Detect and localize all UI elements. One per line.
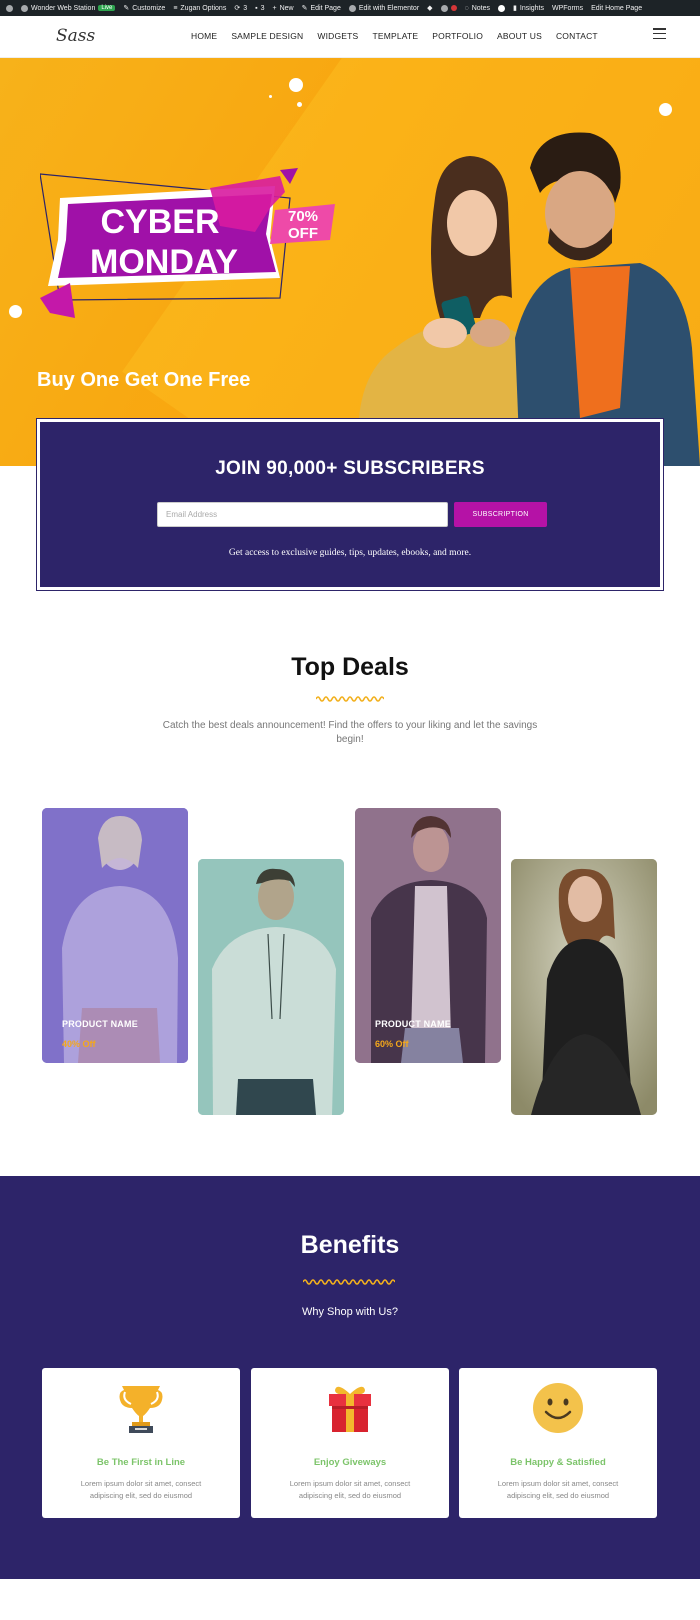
updates-icon: ⟳ (234, 5, 241, 12)
plus-icon: + (272, 4, 277, 12)
pencil-icon: ✎ (301, 5, 308, 12)
email-input[interactable] (157, 502, 448, 527)
benefit-card: Be Happy & Satisfied Lorem ipsum dolor s… (459, 1368, 657, 1518)
decor-dot (9, 305, 22, 318)
nav-home[interactable]: HOME (191, 31, 217, 41)
admin-new[interactable]: + New (273, 5, 294, 12)
benefit-label: Be The First in Line (96, 1457, 186, 1468)
decor-dot (297, 102, 302, 107)
diamond-icon[interactable]: ◆ (427, 4, 432, 12)
seo-icon[interactable] (440, 4, 457, 12)
nav-about-us[interactable]: ABOUT US (497, 31, 542, 41)
bar-chart-icon: ▮ (513, 5, 517, 12)
nav-sample-design[interactable]: SAMPLE DESIGN (231, 31, 303, 41)
benefit-card: Enjoy Giveways Lorem ipsum dolor sit ame… (251, 1368, 449, 1518)
admin-edit-page[interactable]: ✎ Edit Page (301, 4, 341, 13)
product-name: PRODUCT NAME (62, 1019, 138, 1029)
product-image (198, 859, 344, 1115)
home-icon (21, 4, 28, 12)
admin-wpforms[interactable]: WPForms (552, 5, 583, 12)
decor-dot (269, 95, 272, 98)
product-image (511, 859, 657, 1115)
product-discount: 40% Off (62, 1039, 96, 1049)
admin-customize[interactable]: ✎ Customize (123, 4, 165, 13)
main-nav: HOME SAMPLE DESIGN WIDGETS TEMPLATE PORT… (191, 31, 598, 41)
discount-off: OFF (288, 225, 318, 242)
comment-icon: ▪ (255, 4, 258, 12)
product-discount: 60% Off (375, 1039, 409, 1049)
trophy-icon (119, 1386, 163, 1433)
menu-icon: ≡ (173, 4, 178, 12)
brush-icon: ✎ (123, 5, 130, 12)
subscribe-title: JOIN 90,000+ SUBSCRIBERS (215, 458, 485, 479)
product-card[interactable] (198, 859, 344, 1115)
nav-portfolio[interactable]: PORTFOLIO (432, 31, 483, 41)
benefit-label: Be Happy & Satisfied (510, 1457, 606, 1468)
subscribe-note: Get access to exclusive guides, tips, up… (228, 548, 472, 558)
admin-updates[interactable]: ⟳ 3 (234, 4, 247, 13)
benefits-squiggle-divider (303, 1279, 395, 1285)
admin-site-name[interactable]: Wonder Web Station Live (21, 4, 116, 12)
admin-bot-icon[interactable] (498, 4, 506, 12)
benefit-label: Enjoy Giveways (313, 1457, 387, 1468)
product-name: PRODUCT NAME (375, 1019, 451, 1029)
smiley-icon (533, 1383, 583, 1433)
cyber-monday-badge: CYBER MONDAY 70% OFF (40, 168, 335, 318)
top-deals-description: Catch the best deals announcement! Find … (162, 720, 538, 745)
benefits-title: Benefits (300, 1231, 400, 1259)
discount-percent: 70% (288, 208, 318, 225)
status-dot (450, 5, 457, 11)
live-badge: Live (98, 5, 116, 11)
hero-line1: CYBER (100, 203, 219, 241)
benefit-card: Be The First in Line Lorem ipsum dolor s… (42, 1368, 240, 1518)
gift-icon (329, 1386, 371, 1432)
admin-notes[interactable]: ◌ Notes (465, 5, 490, 12)
admin-edit-home[interactable]: Edit Home Page (591, 5, 642, 12)
product-card[interactable]: PRODUCT NAME 60% Off (355, 808, 501, 1063)
site-logo[interactable]: Sass (56, 26, 95, 46)
wordpress-icon[interactable] (6, 4, 13, 12)
decor-dot (659, 103, 672, 116)
admin-zugan-options[interactable]: ≡ Zugan Options (173, 5, 226, 12)
hero-couple-photo (358, 132, 700, 466)
admin-bar: Wonder Web Station Live ✎ Customize ≡ Zuga… (0, 0, 700, 16)
top-deals-title: Top Deals (291, 653, 409, 681)
elementor-icon (348, 4, 356, 12)
subscribe-box: JOIN 90,000+ SUBSCRIBERS SUBSCRIPTION Ge… (36, 418, 664, 591)
speech-bubble-icon: ◌ (464, 4, 469, 12)
admin-edit-elementor[interactable]: Edit with Elementor (348, 4, 419, 12)
product-card[interactable]: PRODUCT NAME 40% Off (42, 808, 188, 1063)
benefit-text: Lorem ipsum dolor sit amet, consect adip… (497, 1479, 619, 1500)
hamburger-menu-icon[interactable] (653, 28, 666, 39)
hero-line2: MONDAY (90, 243, 238, 281)
hero-banner: CYBER MONDAY 70% OFF Buy One Get One Fre… (0, 58, 700, 466)
decor-dot (289, 78, 303, 92)
product-card[interactable] (511, 859, 657, 1115)
admin-comments[interactable]: ▪ 3 (255, 5, 264, 12)
nav-contact[interactable]: CONTACT (556, 31, 598, 41)
nav-template[interactable]: TEMPLATE (372, 31, 418, 41)
benefit-text: Lorem ipsum dolor sit amet, consect adip… (289, 1479, 411, 1500)
site-header: Sass HOME SAMPLE DESIGN WIDGETS TEMPLATE… (0, 16, 700, 58)
benefits-subtitle: Why Shop with Us? (302, 1306, 398, 1318)
benefits-section: Benefits Why Shop with Us? Be The First … (0, 1176, 700, 1579)
benefit-text: Lorem ipsum dolor sit amet, consect adip… (80, 1479, 202, 1500)
hero-tagline: Buy One Get One Free (37, 369, 251, 391)
title-squiggle-divider (316, 696, 384, 702)
subscription-button[interactable]: SUBSCRIPTION (454, 502, 547, 527)
nav-widgets[interactable]: WIDGETS (317, 31, 358, 41)
admin-insights[interactable]: ▮ Insights (513, 4, 544, 13)
